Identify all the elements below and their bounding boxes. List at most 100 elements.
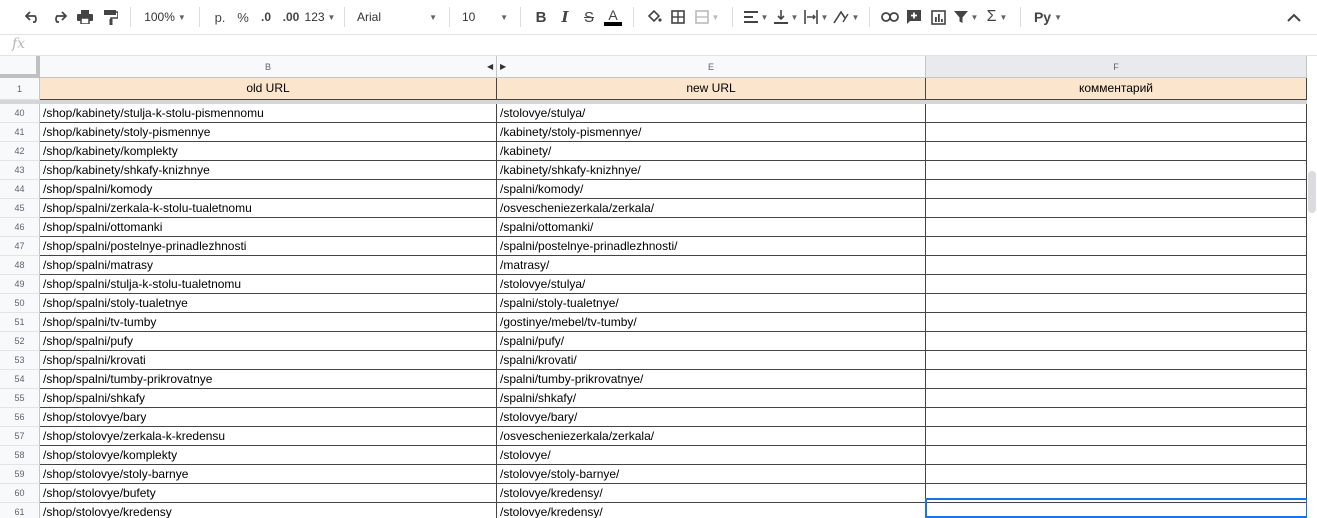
header-cell-comment[interactable]: комментарий — [926, 78, 1307, 100]
cell-new-url[interactable]: /kabinety/stoly-pismennye/ — [497, 123, 926, 142]
cell-new-url[interactable]: /gostinye/mebel/tv-tumby/ — [497, 313, 926, 332]
cell-old-url[interactable]: /shop/kabinety/stulja-k-stolu-pismennomu — [40, 104, 497, 123]
cell-comment[interactable] — [926, 218, 1307, 237]
row-number[interactable]: 44 — [0, 180, 40, 199]
cell-comment[interactable] — [926, 199, 1307, 218]
bold-icon[interactable]: B — [529, 5, 553, 29]
borders-icon[interactable] — [666, 5, 690, 29]
cell-new-url[interactable]: /stolovye/kredensy/ — [497, 484, 926, 503]
cell-comment[interactable] — [926, 389, 1307, 408]
insert-link-icon[interactable] — [878, 5, 902, 29]
cell-old-url[interactable]: /shop/spalni/stoly-tualetnye — [40, 294, 497, 313]
paint-format-icon[interactable] — [100, 5, 122, 29]
row-number[interactable]: 52 — [0, 332, 40, 351]
cell-comment[interactable] — [926, 123, 1307, 142]
cell-new-url[interactable]: /spalni/tumby-prikrovatnye/ — [497, 370, 926, 389]
increase-decimal-button[interactable]: .00 — [278, 5, 304, 29]
percent-format-button[interactable]: % — [232, 5, 254, 29]
vertical-align-icon[interactable]: ▼ — [771, 5, 801, 29]
cell-new-url[interactable]: /stolovye/stulya/ — [497, 104, 926, 123]
cell-old-url[interactable]: /shop/spalni/krovati — [40, 351, 497, 370]
filter-icon[interactable]: ▼ — [950, 5, 982, 29]
cell-comment[interactable] — [926, 104, 1307, 123]
cell-old-url[interactable]: /shop/kabinety/stoly-pismennye — [40, 123, 497, 142]
column-header-e[interactable]: E — [497, 56, 926, 78]
cell-new-url[interactable]: /kabinety/shkafy-knizhnye/ — [497, 161, 926, 180]
row-number[interactable]: 51 — [0, 313, 40, 332]
insert-comment-icon[interactable] — [902, 5, 926, 29]
row-number[interactable]: 57 — [0, 427, 40, 446]
row-number[interactable]: 45 — [0, 199, 40, 218]
row-number[interactable]: 61 — [0, 503, 40, 518]
cell-old-url[interactable]: /shop/spalni/komody — [40, 180, 497, 199]
merge-cells-icon[interactable]: ▼ — [690, 5, 724, 29]
row-number[interactable]: 46 — [0, 218, 40, 237]
cell-comment[interactable] — [926, 408, 1307, 427]
row-number[interactable]: 47 — [0, 237, 40, 256]
cell-old-url[interactable]: /shop/stolovye/kredensy — [40, 503, 497, 518]
vertical-scrollbar[interactable] — [1307, 78, 1317, 518]
row-number[interactable]: 40 — [0, 104, 40, 123]
row-number[interactable]: 41 — [0, 123, 40, 142]
cell-old-url[interactable]: /shop/spalni/pufy — [40, 332, 497, 351]
cell-comment[interactable] — [926, 484, 1307, 503]
italic-icon[interactable]: I — [553, 5, 577, 29]
cell-comment[interactable] — [926, 446, 1307, 465]
cell-comment[interactable] — [926, 503, 1307, 518]
fill-color-icon[interactable] — [642, 5, 666, 29]
undo-icon[interactable] — [22, 5, 44, 29]
font-select[interactable]: Arial ▼ — [353, 5, 441, 29]
cell-old-url[interactable]: /shop/spalni/stulja-k-stolu-tualetnomu — [40, 275, 497, 294]
input-tools-button[interactable]: Ру ▼ — [1029, 5, 1067, 29]
row-number[interactable]: 55 — [0, 389, 40, 408]
cell-new-url[interactable]: /stolovye/ — [497, 446, 926, 465]
cell-comment[interactable] — [926, 142, 1307, 161]
cell-comment[interactable] — [926, 465, 1307, 484]
strikethrough-icon[interactable]: S — [577, 5, 601, 29]
cell-old-url[interactable]: /shop/spalni/tv-tumby — [40, 313, 497, 332]
print-icon[interactable] — [74, 5, 96, 29]
text-color-icon[interactable]: A — [601, 5, 625, 29]
column-header-f[interactable]: F — [926, 56, 1307, 78]
row-number[interactable]: 48 — [0, 256, 40, 275]
decrease-decimal-button[interactable]: .0 — [254, 5, 278, 29]
cell-new-url[interactable]: /osvescheniezerkala/zerkala/ — [497, 427, 926, 446]
cell-old-url[interactable]: /shop/stolovye/bufety — [40, 484, 497, 503]
row-number[interactable]: 43 — [0, 161, 40, 180]
cell-new-url[interactable]: /spalni/pufy/ — [497, 332, 926, 351]
row-number[interactable]: 60 — [0, 484, 40, 503]
formula-input[interactable] — [38, 35, 1317, 55]
cell-old-url[interactable]: /shop/stolovye/komplekty — [40, 446, 497, 465]
row-number[interactable]: 53 — [0, 351, 40, 370]
cell-new-url[interactable]: /spalni/krovati/ — [497, 351, 926, 370]
row-number[interactable]: 49 — [0, 275, 40, 294]
font-size-select[interactable]: 10 ▼ — [458, 5, 512, 29]
cell-old-url[interactable]: /shop/stolovye/zerkala-k-kredensu — [40, 427, 497, 446]
row-number[interactable]: 59 — [0, 465, 40, 484]
cell-old-url[interactable]: /shop/spalni/zerkala-k-stolu-tualetnomu — [40, 199, 497, 218]
cell-new-url[interactable]: /osvescheniezerkala/zerkala/ — [497, 199, 926, 218]
cell-old-url[interactable]: /shop/stolovye/bary — [40, 408, 497, 427]
hidden-columns-right-arrow-icon[interactable]: ▶ — [500, 62, 506, 71]
functions-icon[interactable]: Σ ▼ — [982, 5, 1012, 29]
scrollbar-thumb[interactable] — [1308, 171, 1316, 213]
cell-old-url[interactable]: /shop/spalni/matrasy — [40, 256, 497, 275]
cell-new-url[interactable]: /spalni/komody/ — [497, 180, 926, 199]
cell-comment[interactable] — [926, 237, 1307, 256]
insert-chart-icon[interactable] — [926, 5, 950, 29]
row-number[interactable]: 58 — [0, 446, 40, 465]
horizontal-align-icon[interactable]: ▼ — [741, 5, 771, 29]
cell-new-url[interactable]: /stolovye/stoly-barnye/ — [497, 465, 926, 484]
cell-comment[interactable] — [926, 427, 1307, 446]
cell-old-url[interactable]: /shop/kabinety/shkafy-knizhnye — [40, 161, 497, 180]
cell-comment[interactable] — [926, 161, 1307, 180]
cell-comment[interactable] — [926, 275, 1307, 294]
cell-comment[interactable] — [926, 351, 1307, 370]
row-number[interactable]: 1 — [0, 78, 40, 100]
cell-new-url[interactable]: /spalni/stoly-tualetnye/ — [497, 294, 926, 313]
text-rotation-icon[interactable]: ▼ — [831, 5, 861, 29]
cell-old-url[interactable]: /shop/spalni/shkafy — [40, 389, 497, 408]
cell-new-url[interactable]: /spalni/ottomanki/ — [497, 218, 926, 237]
header-cell-old-url[interactable]: old URL — [40, 78, 497, 100]
row-number[interactable]: 56 — [0, 408, 40, 427]
